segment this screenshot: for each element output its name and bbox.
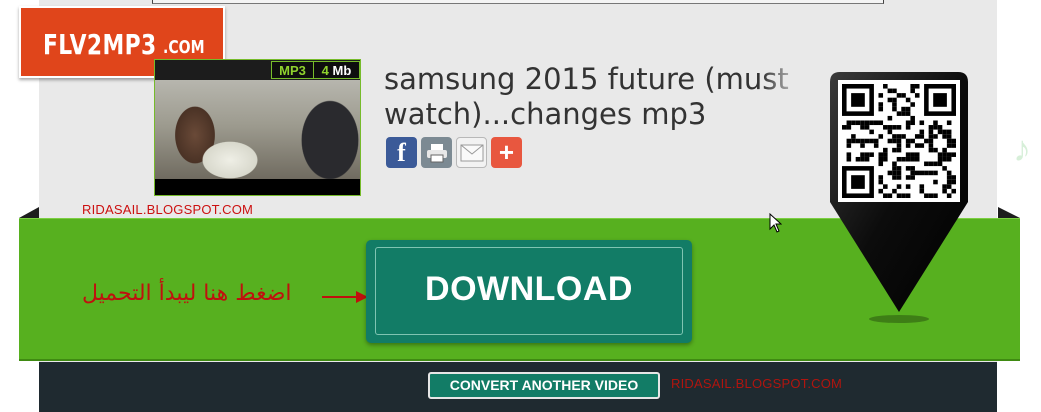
watermark-bottom: RIDASAIL.BLOGSPOT.COM	[671, 376, 843, 391]
logo-suffix: .COM	[163, 37, 205, 58]
mouse-cursor-icon	[769, 213, 782, 233]
band-fold-right	[998, 207, 1020, 218]
thumbnail-letterbox	[155, 179, 360, 195]
download-instruction: اضغط هنا ليبدأ التحميل	[82, 281, 292, 306]
facebook-icon[interactable]: f	[386, 137, 417, 168]
watermark-top: RIDASAIL.BLOGSPOT.COM	[82, 202, 254, 217]
thumbnail-image	[155, 80, 360, 180]
top-panel-edge	[152, 0, 884, 4]
video-thumbnail: MP3 4 Mb	[154, 59, 361, 196]
print-icon[interactable]	[421, 137, 452, 168]
plus-glyph: +	[498, 137, 515, 167]
file-size-value: 4	[321, 63, 329, 78]
arrow-right-icon	[322, 291, 368, 303]
qr-code-pin[interactable]	[830, 72, 968, 324]
format-badge: MP3	[271, 61, 314, 79]
logo-text: FLV2MP3	[43, 28, 157, 61]
envelope-glyph	[460, 144, 483, 161]
download-button[interactable]: DOWNLOAD	[366, 240, 692, 343]
video-title: samsung 2015 future (must watch)...chang…	[384, 62, 789, 131]
share-buttons: f +	[386, 137, 522, 169]
printer-glyph	[426, 143, 447, 162]
download-button-label: DOWNLOAD	[425, 270, 633, 308]
music-note-icon: ♪	[1013, 128, 1031, 169]
add-share-icon[interactable]: +	[491, 137, 522, 168]
email-icon[interactable]	[456, 137, 487, 168]
facebook-glyph: f	[397, 137, 406, 167]
file-size-badge: 4 Mb	[313, 61, 360, 79]
convert-another-video-button[interactable]: CONVERT ANOTHER VIDEO	[428, 372, 660, 399]
band-fold-left	[19, 207, 39, 218]
file-size-unit: Mb	[332, 63, 352, 78]
